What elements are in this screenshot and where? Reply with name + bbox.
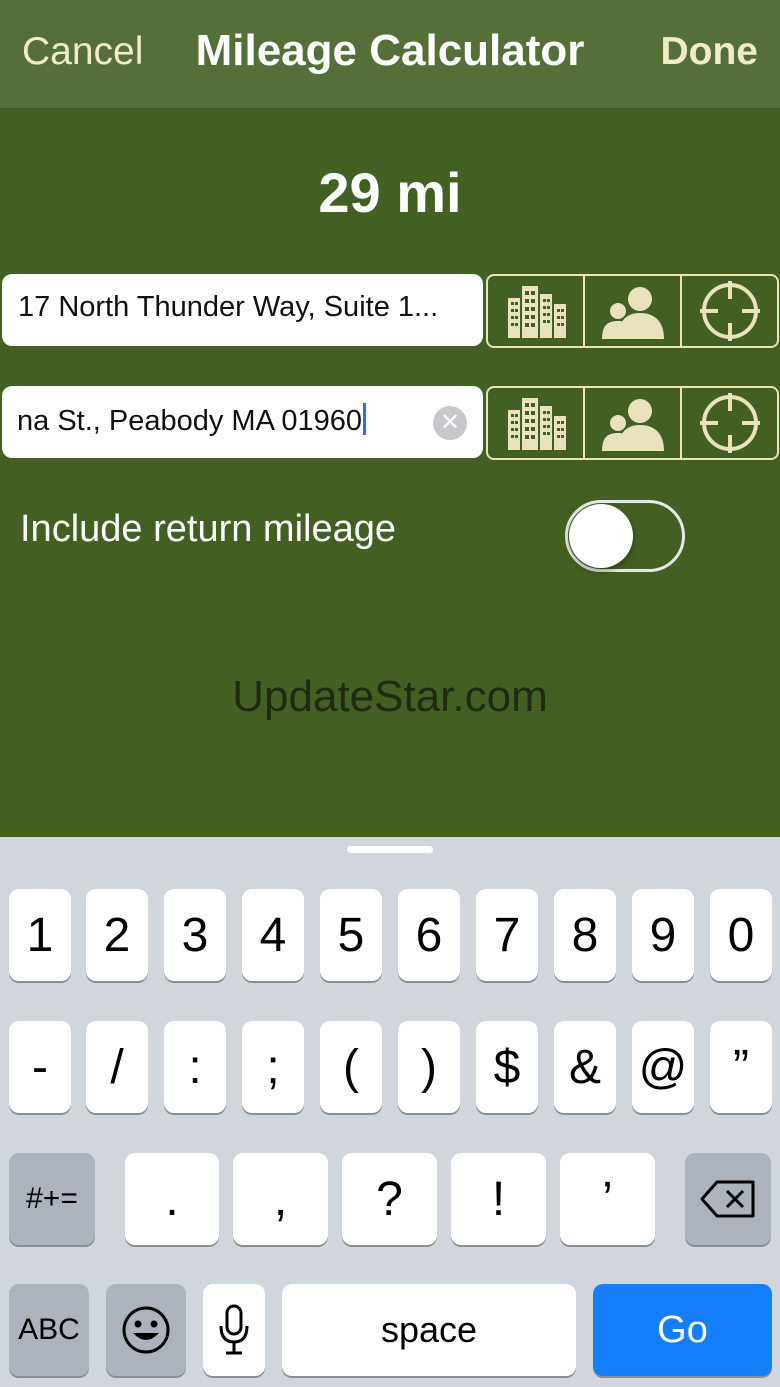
key-7[interactable]: 7 xyxy=(476,889,538,981)
navigation-bar: Cancel Mileage Calculator Done xyxy=(0,0,780,109)
destination-buildings-button[interactable] xyxy=(488,388,585,458)
buildings-icon xyxy=(507,398,566,450)
destination-contacts-button[interactable] xyxy=(585,388,682,458)
buildings-icon xyxy=(507,286,566,338)
key-hyphen[interactable]: - xyxy=(9,1021,71,1113)
key-2[interactable]: 2 xyxy=(86,889,148,981)
backspace-icon xyxy=(700,1180,755,1218)
start-locate-button[interactable] xyxy=(682,276,777,346)
start-address-actions xyxy=(486,274,779,348)
text-cursor xyxy=(363,403,367,435)
distance-readout: 29 mi xyxy=(318,161,462,224)
contacts-icon xyxy=(601,399,664,451)
key-colon[interactable]: : xyxy=(164,1021,226,1113)
key-1[interactable]: 1 xyxy=(9,889,71,981)
key-apostrophe[interactable]: ’ xyxy=(560,1153,655,1245)
key-ampersand[interactable]: & xyxy=(554,1021,616,1113)
key-0[interactable]: 0 xyxy=(710,889,772,981)
start-address-field[interactable]: 17 North Thunder Way, Suite 1... xyxy=(2,274,483,346)
more-symbols-key[interactable]: #+= xyxy=(9,1153,95,1245)
key-4[interactable]: 4 xyxy=(242,889,304,981)
key-question[interactable]: ? xyxy=(342,1153,437,1245)
return-mileage-toggle[interactable] xyxy=(565,500,685,572)
key-at[interactable]: @ xyxy=(632,1021,694,1113)
crosshair-icon xyxy=(699,281,760,341)
key-quote[interactable]: ” xyxy=(710,1021,772,1113)
crosshair-icon xyxy=(699,393,760,453)
watermark: UpdateStar.com xyxy=(232,672,548,721)
space-key[interactable]: space xyxy=(282,1284,576,1376)
key-comma[interactable]: , xyxy=(233,1153,328,1245)
dictation-key[interactable] xyxy=(203,1284,265,1376)
key-close-paren[interactable]: ) xyxy=(398,1021,460,1113)
toggle-knob xyxy=(569,504,633,568)
key-semicolon[interactable]: ; xyxy=(242,1021,304,1113)
emoji-key[interactable] xyxy=(106,1284,186,1376)
start-address-value: 17 North Thunder Way, Suite 1... xyxy=(18,291,439,323)
destination-address-field[interactable]: na St., Peabody MA 01960 ✕ xyxy=(2,386,483,458)
emoji-icon xyxy=(122,1306,170,1354)
key-3[interactable]: 3 xyxy=(164,889,226,981)
destination-address-actions xyxy=(486,386,779,460)
keyboard-handle[interactable] xyxy=(347,846,433,853)
done-button[interactable]: Done xyxy=(661,30,759,74)
key-open-paren[interactable]: ( xyxy=(320,1021,382,1113)
key-period[interactable]: . xyxy=(125,1153,219,1245)
start-buildings-button[interactable] xyxy=(488,276,585,346)
key-exclamation[interactable]: ! xyxy=(451,1153,546,1245)
start-contacts-button[interactable] xyxy=(585,276,682,346)
return-mileage-label: Include return mileage xyxy=(20,508,396,550)
key-slash[interactable]: / xyxy=(86,1021,148,1113)
key-5[interactable]: 5 xyxy=(320,889,382,981)
destination-address-value: na St., Peabody MA 01960 xyxy=(17,405,363,437)
contacts-icon xyxy=(601,287,664,339)
go-key[interactable]: Go xyxy=(593,1284,772,1376)
key-dollar[interactable]: $ xyxy=(476,1021,538,1113)
clear-text-icon[interactable]: ✕ xyxy=(433,406,467,440)
destination-locate-button[interactable] xyxy=(682,388,777,458)
key-8[interactable]: 8 xyxy=(554,889,616,981)
key-9[interactable]: 9 xyxy=(632,889,694,981)
abc-key[interactable]: ABC xyxy=(9,1284,89,1376)
delete-key[interactable] xyxy=(685,1153,771,1245)
key-6[interactable]: 6 xyxy=(398,889,460,981)
microphone-icon xyxy=(219,1304,249,1355)
